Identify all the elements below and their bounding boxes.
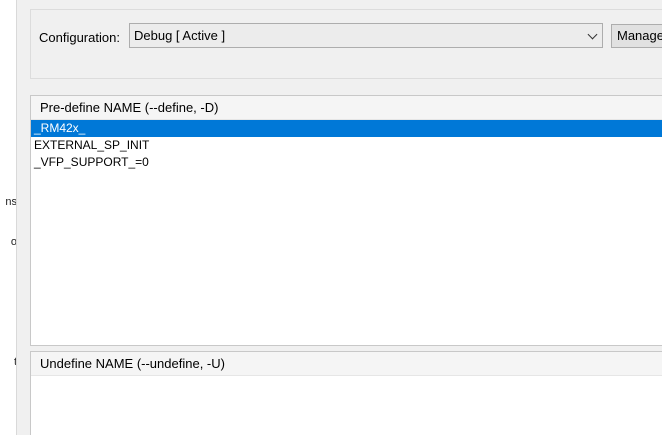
configuration-group: Configuration: Debug [ Active ] Manage xyxy=(30,9,662,79)
predefine-list-item[interactable]: _VFP_SUPPORT_=0 xyxy=(31,154,662,171)
predefine-list-item[interactable]: EXTERNAL_SP_INIT xyxy=(31,137,662,154)
predefine-panel: Pre-define NAME (--define, -D) _RM42x_ EX… xyxy=(30,95,662,346)
chevron-down-icon xyxy=(587,29,598,40)
undefine-panel: Undefine NAME (--undefine, -U) xyxy=(30,351,662,435)
left-strip-fragment-3[interactable]: t xyxy=(0,356,16,368)
configuration-selected-value: Debug [ Active ] xyxy=(134,28,226,43)
configuration-label: Configuration: xyxy=(39,30,120,45)
left-strip-fragment-2[interactable]: o xyxy=(0,236,16,248)
configuration-select[interactable]: Debug [ Active ] xyxy=(129,23,603,48)
predefine-list[interactable]: _RM42x_ EXTERNAL_SP_INIT _VFP_SUPPORT_=0 xyxy=(31,120,662,171)
properties-page: ns o t Configuration: Debug [ Active ] M… xyxy=(0,0,662,435)
manage-configurations-button[interactable]: Manage xyxy=(611,24,662,48)
undefine-header: Undefine NAME (--undefine, -U) xyxy=(31,352,662,376)
predefine-header: Pre-define NAME (--define, -D) xyxy=(31,96,662,120)
left-navigation-strip: ns o t xyxy=(0,0,17,435)
left-strip-fragment-1[interactable]: ns xyxy=(0,196,16,208)
predefine-list-item[interactable]: _RM42x_ xyxy=(31,120,662,137)
